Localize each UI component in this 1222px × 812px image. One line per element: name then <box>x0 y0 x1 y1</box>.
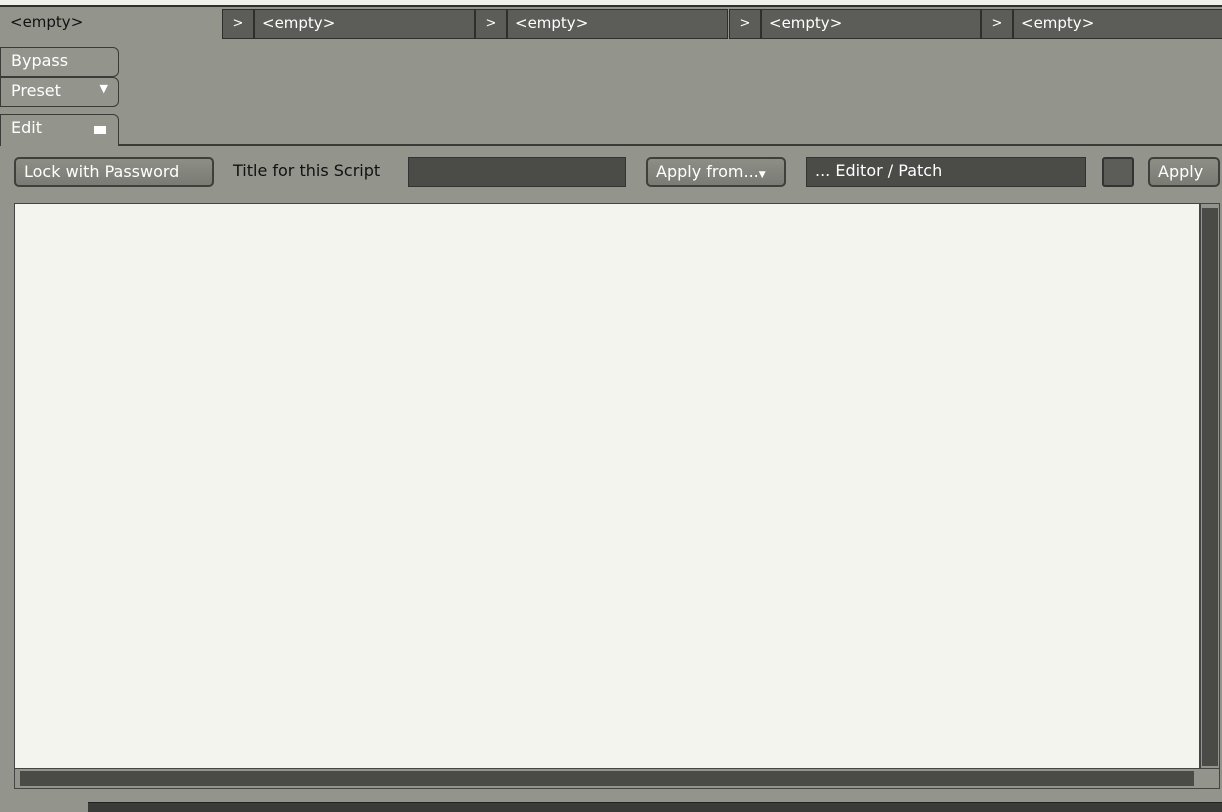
title-label: Title for this Script <box>233 161 381 180</box>
slot-arrow-button[interactable]: > <box>222 9 254 39</box>
script-slot-tab-3[interactable]: <empty> <box>507 9 728 39</box>
bypass-button[interactable]: Bypass <box>0 47 119 77</box>
bottom-panel <box>88 802 1222 812</box>
window-icon <box>94 123 106 134</box>
edit-label: Edit <box>11 118 42 137</box>
lock-with-password-button[interactable]: Lock with Password <box>14 157 214 187</box>
slot-arrow-button[interactable]: > <box>981 9 1013 39</box>
apply-from-label: Apply from... <box>656 162 759 181</box>
slot-arrow-button[interactable]: > <box>729 9 761 39</box>
slot-arrow-button[interactable]: > <box>475 9 507 39</box>
chevron-down-icon: ▼ <box>758 170 766 180</box>
preset-label: Preset <box>11 81 61 100</box>
horizontal-scroll-thumb[interactable] <box>20 771 1194 786</box>
apply-button[interactable]: Apply <box>1148 157 1220 187</box>
script-slot-tab-5[interactable]: <empty> <box>1013 9 1222 39</box>
source-field: ... Editor / Patch <box>806 157 1086 187</box>
chevron-down-icon: ▼ <box>99 82 108 95</box>
divider <box>118 144 1222 146</box>
edit-tab[interactable]: Edit <box>0 114 119 146</box>
script-editor[interactable] <box>14 203 1200 769</box>
bypass-label: Bypass <box>11 51 69 70</box>
window-top-edge <box>0 0 1222 7</box>
script-slot-tab-1[interactable]: <empty> <box>2 9 222 40</box>
vertical-scroll-thumb[interactable] <box>1202 208 1218 766</box>
apply-led-indicator <box>1102 157 1134 187</box>
script-slot-tab-2[interactable]: <empty> <box>254 9 475 39</box>
apply-from-dropdown[interactable]: Apply from...▼ <box>646 157 786 187</box>
preset-dropdown[interactable]: Preset ▼ <box>0 77 119 107</box>
script-slot-tab-4[interactable]: <empty> <box>761 9 981 39</box>
script-title-input[interactable] <box>408 157 626 187</box>
